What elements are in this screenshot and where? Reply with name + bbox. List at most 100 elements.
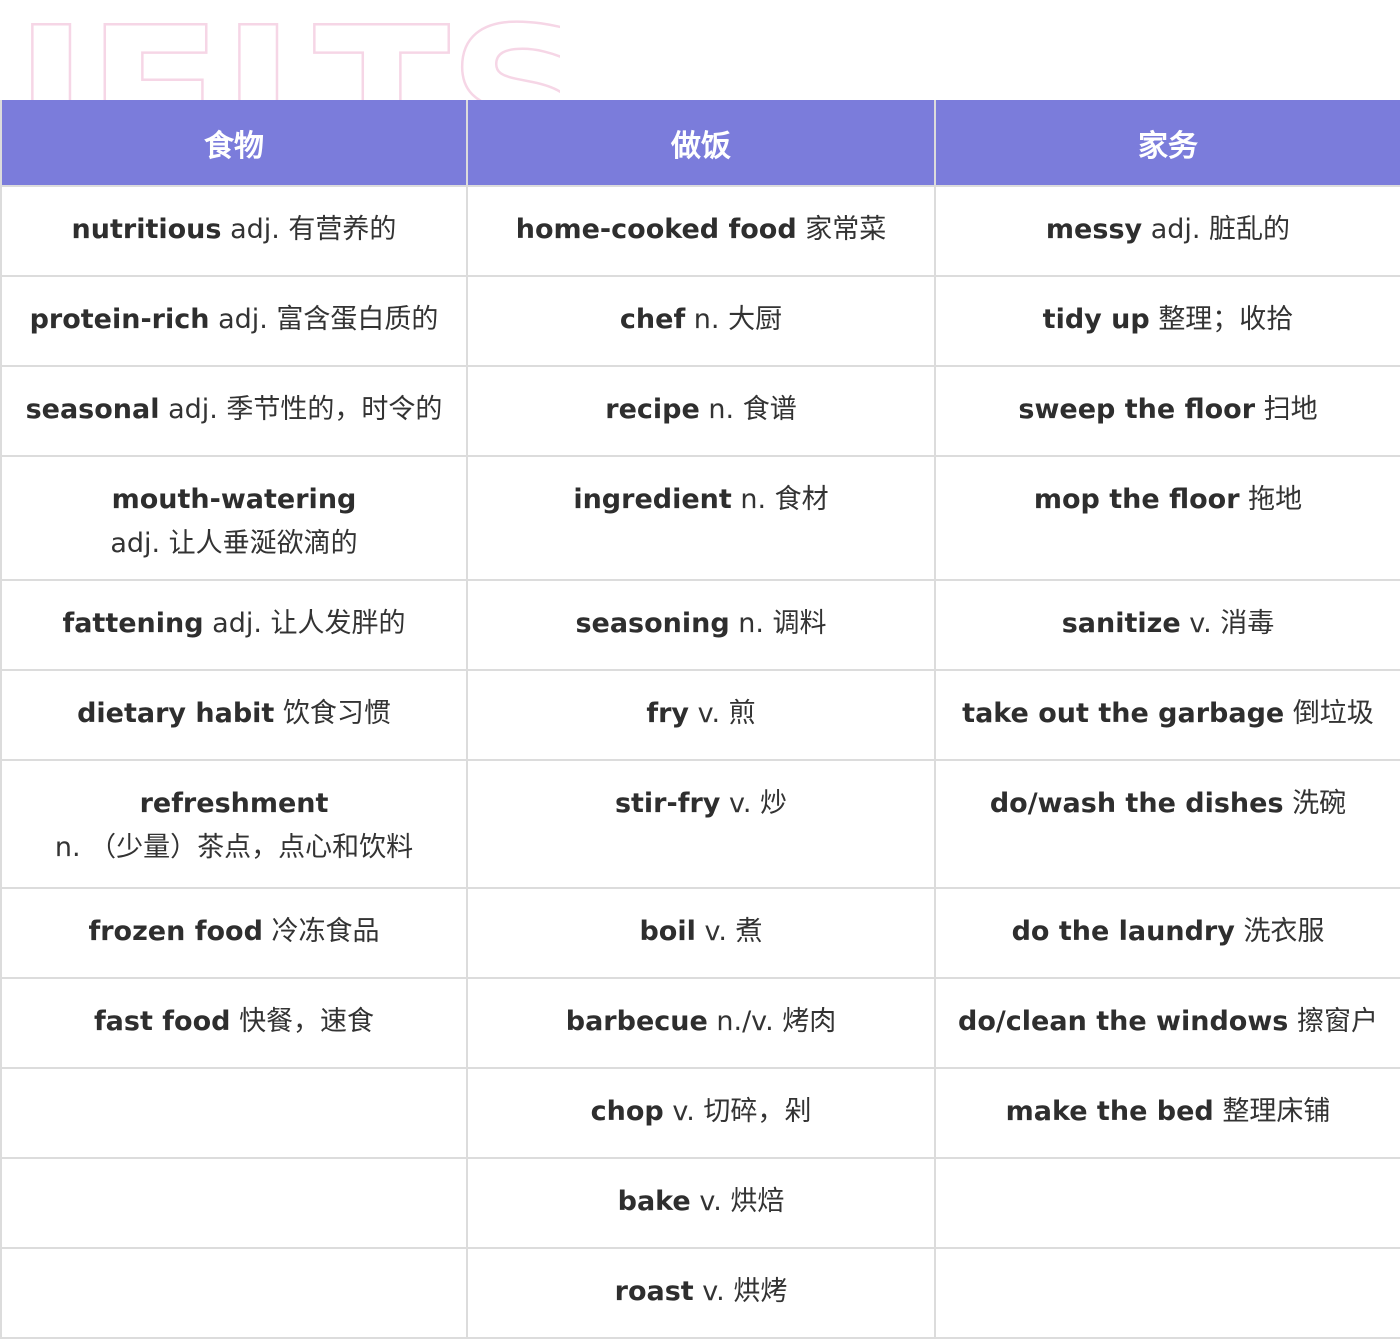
vocab-term: fry: [646, 698, 689, 729]
vocab-term: refreshment: [139, 788, 329, 819]
table-cell: seasoning n. 调料: [466, 579, 936, 671]
table-row: refreshment n. （少量）茶点，点心和饮料 stir-fry v. 炒…: [0, 759, 1400, 889]
vocab-term: tidy up: [1042, 304, 1150, 335]
table-cell: do the laundry 洗衣服: [934, 887, 1400, 979]
vocab-term: stir-fry: [614, 788, 721, 819]
vocab-term: barbecue: [565, 1006, 708, 1037]
vocab-term: do the laundry: [1011, 916, 1235, 947]
table-cell: mop the floor 拖地: [934, 455, 1400, 581]
table-cell: roast v. 烘烤: [466, 1247, 936, 1339]
table-cell: home-cooked food 家常菜: [466, 185, 936, 277]
vocab-definition: v. 炒: [728, 788, 788, 819]
vocab-definition: v. 切碎，剁: [672, 1096, 812, 1127]
table-row: roast v. 烘烤: [0, 1247, 1400, 1339]
table-cell: sweep the floor 扫地: [934, 365, 1400, 457]
vocab-term: sweep the floor: [1018, 394, 1256, 425]
table-row: chop v. 切碎，剁 make the bed 整理床铺: [0, 1067, 1400, 1159]
vocab-term: messy: [1045, 214, 1143, 245]
vocab-term: mop the floor: [1033, 484, 1240, 515]
vocab-definition: 擦窗户: [1296, 1006, 1378, 1037]
vocab-definition: 家常菜: [805, 214, 887, 245]
table-row: fast food 快餐，速食 barbecue n./v. 烤肉 do/cle…: [0, 977, 1400, 1069]
table-cell: nutritious adj. 有营养的: [0, 185, 468, 277]
vocab-term: ingredient: [573, 484, 732, 515]
vocab-definition: 倒垃圾: [1292, 698, 1374, 729]
vocab-definition: 饮食习惯: [282, 698, 391, 729]
vocab-definition: 整理床铺: [1222, 1096, 1331, 1127]
column-header-housework: 家务: [934, 100, 1400, 187]
vocab-definition: n. 食谱: [708, 394, 797, 425]
vocab-definition: v. 煎: [697, 698, 756, 729]
table-cell-empty: [0, 1157, 468, 1249]
table-cell: tidy up 整理；收拾: [934, 275, 1400, 367]
vocab-term: seasonal: [25, 394, 160, 425]
vocab-definition: adj. 富含蛋白质的: [218, 304, 439, 335]
vocab-definition: v. 消毒: [1189, 608, 1275, 639]
table-row: dietary habit 饮食习惯 fry v. 煎 take out the…: [0, 669, 1400, 761]
table-cell: seasonal adj. 季节性的，时令的: [0, 365, 468, 457]
table-row: seasonal adj. 季节性的，时令的 recipe n. 食谱 swee…: [0, 365, 1400, 457]
table-cell: protein-rich adj. 富含蛋白质的: [0, 275, 468, 367]
vocab-term: chop: [590, 1096, 664, 1127]
vocab-definition: n. 食材: [740, 484, 829, 515]
vocab-term: take out the garbage: [962, 698, 1285, 729]
table-row: bake v. 烘焙: [0, 1157, 1400, 1249]
table-cell-empty: [0, 1247, 468, 1339]
table-cell-empty: [0, 1067, 468, 1159]
vocab-definition: adj. 季节性的，时令的: [168, 394, 443, 425]
table-cell: make the bed 整理床铺: [934, 1067, 1400, 1159]
table-cell: fast food 快餐，速食: [0, 977, 468, 1069]
table-cell: messy adj. 脏乱的: [934, 185, 1400, 277]
vocab-definition: 扫地: [1263, 394, 1318, 425]
vocab-definition: 冷冻食品: [271, 916, 380, 947]
vocab-term: fast food: [93, 1006, 231, 1037]
vocab-term: boil: [639, 916, 696, 947]
vocab-definition: n. 调料: [738, 608, 827, 639]
table-cell: stir-fry v. 炒: [466, 759, 936, 889]
watermark-text: IELTS: [14, 0, 560, 100]
table-cell: fry v. 煎: [466, 669, 936, 761]
vocab-definition: adj. 让人发胖的: [212, 608, 406, 639]
vocab-term: recipe: [605, 394, 700, 425]
vocab-term: do/clean the windows: [958, 1006, 1289, 1037]
table-cell: boil v. 煮: [466, 887, 936, 979]
table-cell: refreshment n. （少量）茶点，点心和饮料: [0, 759, 468, 889]
table-row: frozen food 冷冻食品 boil v. 煮 do the laundr…: [0, 887, 1400, 979]
column-header-food: 食物: [0, 100, 468, 187]
vocab-definition: v. 烘烤: [702, 1276, 788, 1307]
vocabulary-table: 食物 做饭 家务 nutritious adj. 有营养的 home-cooke…: [0, 100, 1400, 1339]
vocab-term: chef: [619, 304, 686, 335]
table-cell: dietary habit 饮食习惯: [0, 669, 468, 761]
vocab-term: roast: [614, 1276, 694, 1307]
table-cell: barbecue n./v. 烤肉: [466, 977, 936, 1069]
column-header-cooking: 做饭: [466, 100, 936, 187]
vocab-definition: 快餐，速食: [239, 1006, 375, 1037]
vocab-definition: 洗衣服: [1243, 916, 1325, 947]
vocab-term: home-cooked food: [515, 214, 797, 245]
vocab-term: nutritious: [71, 214, 222, 245]
table-cell: ingredient n. 食材: [466, 455, 936, 581]
vocab-definition: n. 大厨: [693, 304, 783, 335]
vocab-term: bake: [617, 1186, 691, 1217]
vocab-definition: v. 煮: [704, 916, 763, 947]
vocab-definition: adj. 让人垂涎欲滴的: [110, 528, 358, 559]
table-cell: take out the garbage 倒垃圾: [934, 669, 1400, 761]
ielts-watermark: IELTS: [0, 0, 560, 100]
vocab-term: sanitize: [1061, 608, 1181, 639]
vocab-definition: adj. 脏乱的: [1150, 214, 1291, 245]
vocab-definition: 拖地: [1248, 484, 1303, 515]
vocab-definition: adj. 有营养的: [230, 214, 397, 245]
table-cell: do/clean the windows 擦窗户: [934, 977, 1400, 1069]
table-cell: chef n. 大厨: [466, 275, 936, 367]
vocab-term: protein-rich: [29, 304, 210, 335]
vocab-term: make the bed: [1005, 1096, 1214, 1127]
table-row: mouth-watering adj. 让人垂涎欲滴的 ingredient n.…: [0, 455, 1400, 581]
table-cell: do/wash the dishes 洗碗: [934, 759, 1400, 889]
table-row: protein-rich adj. 富含蛋白质的 chef n. 大厨 tidy…: [0, 275, 1400, 367]
vocab-definition: 整理；收拾: [1158, 304, 1294, 335]
table-cell: bake v. 烘焙: [466, 1157, 936, 1249]
vocab-term: dietary habit: [77, 698, 275, 729]
table-header-row: 食物 做饭 家务: [0, 100, 1400, 187]
table-row: nutritious adj. 有营养的 home-cooked food 家常…: [0, 185, 1400, 277]
table-cell: chop v. 切碎，剁: [466, 1067, 936, 1159]
